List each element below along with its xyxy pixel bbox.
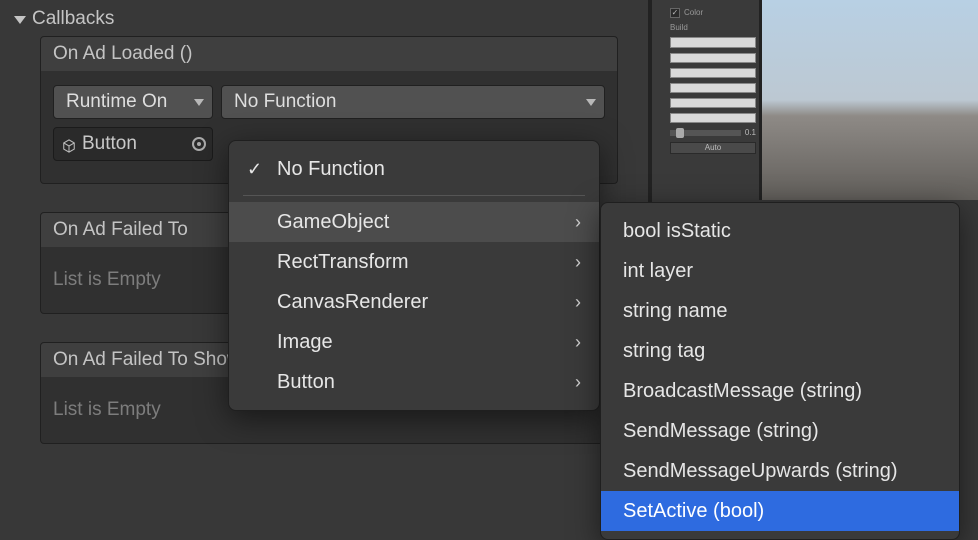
menu-item-gameobject[interactable]: GameObject › [229,202,599,242]
right-panel-strip: ✓ Color Build 0.1 Auto [652,0,762,200]
submenu-label: SendMessage (string) [623,420,819,443]
menu-item-recttransform[interactable]: RectTransform › [229,242,599,282]
submenu-item-isstatic[interactable]: bool isStatic [601,211,959,251]
strip-swatch[interactable] [670,37,756,48]
event-title: On Ad Loaded () [40,36,618,71]
submenu-label: SendMessageUpwards (string) [623,460,898,483]
dropdown-arrow-icon [586,99,596,106]
function-dropdown[interactable]: No Function [221,85,605,119]
runtime-dropdown[interactable]: Runtime On [53,85,213,119]
check-icon: ✓ [247,159,262,180]
submenu-item-name[interactable]: string name [601,291,959,331]
strip-label-build: Build [670,23,688,32]
submenu-item-sendmessageupwards[interactable]: SendMessageUpwards (string) [601,451,959,491]
submenu-arrow-icon: › [575,252,581,273]
target-object-field[interactable]: Button [53,127,213,161]
menu-label: GameObject [277,211,389,234]
submenu-label: string tag [623,340,705,363]
list-empty-label: List is Empty [53,399,161,420]
menu-item-canvasrenderer[interactable]: CanvasRenderer › [229,282,599,322]
submenu-item-sendmessage[interactable]: SendMessage (string) [601,411,959,451]
strip-swatch[interactable] [670,98,756,108]
scene-view[interactable] [762,0,978,200]
callbacks-foldout[interactable]: Callbacks [6,8,648,36]
strip-auto-row: Auto [670,141,756,154]
strip-slider-row[interactable]: 0.1 [670,126,756,139]
submenu-label: string name [623,300,728,323]
strip-swatch[interactable] [670,68,756,78]
menu-label: RectTransform [277,251,409,274]
gameobject-cube-icon [62,137,76,151]
submenu-label: SetActive (bool) [623,500,764,523]
strip-swatch[interactable] [670,83,756,93]
submenu-item-setactive[interactable]: SetActive (bool) [601,491,959,531]
function-label: No Function [234,91,336,113]
menu-label: Image [277,331,333,354]
submenu-arrow-icon: › [575,212,581,233]
section-title: Callbacks [32,8,114,30]
submenu-item-layer[interactable]: int layer [601,251,959,291]
submenu-label: BroadcastMessage (string) [623,380,862,403]
menu-item-button[interactable]: Button › [229,362,599,402]
strip-row-color: ✓ Color [670,6,756,19]
submenu-arrow-icon: › [575,292,581,313]
foldout-arrow-down-icon [14,16,26,24]
target-object-label: Button [82,133,137,155]
dropdown-arrow-icon [194,99,204,106]
menu-label: CanvasRenderer [277,291,428,314]
menu-item-no-function[interactable]: ✓ No Function [229,149,599,189]
function-context-menu: ✓ No Function GameObject › RectTransform… [228,140,600,411]
strip-value: 0.1 [745,128,756,137]
gameobject-submenu: bool isStatic int layer string name stri… [600,202,960,540]
strip-auto-button[interactable]: Auto [670,142,756,154]
strip-swatch[interactable] [670,53,756,63]
menu-label: Button [277,371,335,394]
strip-checkbox[interactable]: ✓ [670,8,680,18]
submenu-arrow-icon: › [575,332,581,353]
submenu-item-tag[interactable]: string tag [601,331,959,371]
strip-row-build: Build [670,21,756,34]
runtime-label: Runtime On [66,91,167,113]
strip-swatch[interactable] [670,113,756,123]
submenu-label: int layer [623,260,693,283]
menu-separator [243,195,585,196]
submenu-item-broadcast[interactable]: BroadcastMessage (string) [601,371,959,411]
object-picker-icon[interactable] [192,137,206,151]
submenu-arrow-icon: › [575,372,581,393]
inspector-root: Callbacks On Ad Loaded () Runtime On No … [0,0,978,540]
list-empty-label: List is Empty [53,269,161,290]
menu-label: No Function [277,158,385,181]
strip-label-color: Color [684,8,703,17]
submenu-label: bool isStatic [623,220,731,243]
menu-item-image[interactable]: Image › [229,322,599,362]
